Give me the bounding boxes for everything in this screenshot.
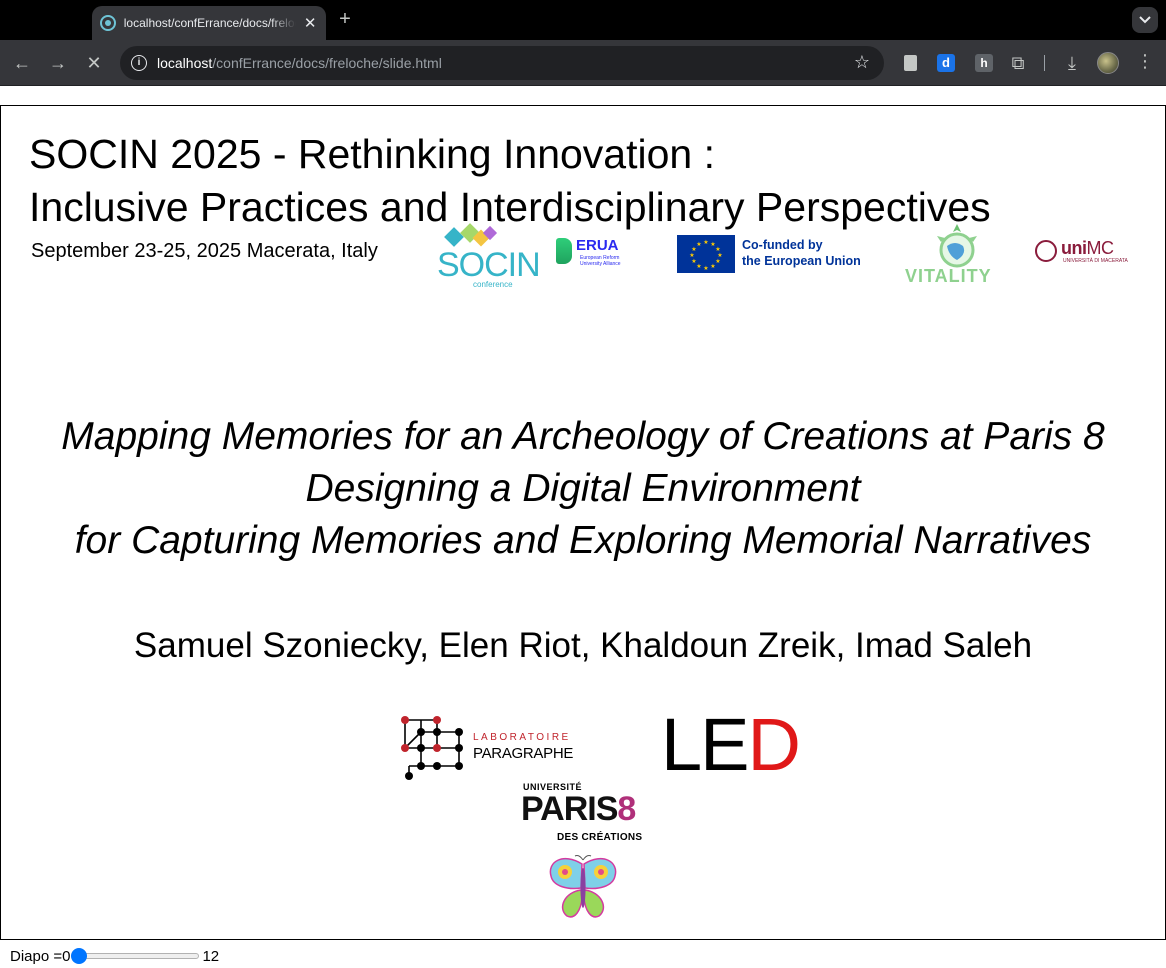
toolbar-divider (1044, 55, 1045, 71)
socin-logo: SOCIN conference (437, 222, 541, 289)
erua-subtitle: European Reform University Alliance (580, 255, 621, 267)
back-arrow-icon[interactable]: ← (10, 51, 34, 75)
unimc-wordmark: uniMC (1061, 238, 1114, 259)
erua-mark-icon (556, 238, 572, 264)
authors: Samuel Szoniecky, Elen Riot, Khaldoun Zr… (133, 626, 1033, 665)
new-tab-button[interactable]: + (334, 8, 356, 31)
conference-date: September 23-25, 2025 Macerata, Italy (31, 240, 378, 262)
talk-title-line3: for Capturing Memories and Exploring Mem… (74, 519, 1092, 562)
talk-title-line2: Designing a Digital Environment (305, 467, 861, 510)
paris8-logo: UNIVERSITÉ PARIS8 DES CRÉATIONS (519, 782, 649, 848)
svg-text:★: ★ (710, 263, 715, 270)
paris8-main: PARIS (521, 790, 618, 828)
slider-track[interactable] (71, 953, 200, 959)
slide: SOCIN 2025 - Rethinking Innovation : Inc… (0, 105, 1166, 940)
d-extension-icon[interactable]: d (936, 53, 956, 73)
erua-wordmark: ERUA (576, 237, 619, 254)
browser-tab[interactable]: localhost/confErrance/docs/freloche/slid… (92, 6, 326, 40)
site-info-icon[interactable]: i (131, 55, 147, 71)
unimc-rest: MC (1086, 238, 1115, 258)
profile-avatar[interactable] (1097, 52, 1119, 74)
butterfly-icon (545, 854, 621, 924)
download-icon[interactable]: ⤓ (1062, 53, 1082, 73)
talk-title-line1: Mapping Memories for an Archeology of Cr… (61, 415, 1105, 458)
svg-text:★: ★ (703, 265, 708, 272)
loading-favicon-icon (100, 15, 116, 31)
slide-max-value: 12 (202, 947, 220, 965)
vitality-globe-icon (937, 224, 977, 268)
led-logo: LED (661, 702, 801, 788)
paris8-eight: 8 (617, 790, 636, 828)
eu-line2: the European Union (742, 254, 861, 268)
stop-loading-icon[interactable]: ✕ (82, 51, 106, 75)
unimc-logo: uniMC UNIVERSITÀ DI MACERATA (1035, 238, 1135, 268)
slide-slider[interactable] (71, 946, 201, 966)
eu-flag-icon: ★ ★ ★ ★ ★ ★ ★ ★ ★ ★ ★ ★ (677, 235, 735, 273)
paragraphe-line1: LABORATOIRE (473, 732, 571, 743)
url-text[interactable]: localhost/confErrance/docs/freloche/slid… (157, 55, 442, 71)
url-path: /confErrance/docs/freloche/slide.html (212, 55, 442, 71)
paris8-wordmark: PARIS8 (521, 790, 636, 829)
slide-selector-label: Diapo = (10, 947, 63, 965)
unimc-bold: uni (1061, 238, 1087, 258)
paragraphe-line2: PARAGRAPHE (473, 745, 574, 762)
led-red-letter: D (747, 703, 801, 786)
led-black-letters: LE (661, 703, 750, 786)
slide-selector: Diapo = 0 12 (10, 946, 219, 966)
unimc-subtitle: UNIVERSITÀ DI MACERATA (1063, 258, 1128, 264)
svg-text:★: ★ (696, 241, 701, 248)
extensions-puzzle-icon[interactable]: ⧉ (1008, 53, 1028, 73)
conference-title: SOCIN 2025 - Rethinking Innovation : Inc… (29, 128, 991, 234)
paragraphe-logo: LABORATOIRE PARAGRAPHE (399, 714, 599, 782)
svg-text:★: ★ (689, 252, 694, 259)
browser-menu-icon[interactable]: ⋮ (1136, 51, 1154, 72)
svg-text:★: ★ (691, 258, 696, 265)
browser-toolbar: ← → ✕ i localhost/confErrance/docs/frelo… (0, 40, 1166, 86)
address-bar[interactable]: i localhost/confErrance/docs/freloche/sl… (120, 46, 884, 80)
slide-current-value: 0 (62, 947, 71, 965)
socin-subtitle: conference (473, 280, 513, 289)
vitality-logo: VITALITY (905, 222, 1005, 288)
bookmark-star-icon[interactable]: ☆ (854, 52, 870, 73)
svg-text:★: ★ (696, 263, 701, 270)
unimc-seal-icon (1035, 240, 1057, 262)
tab-title: localhost/confErrance/docs/freloche/slid… (123, 16, 297, 30)
h-extension-icon[interactable]: h (974, 53, 994, 73)
tab-strip: localhost/confErrance/docs/freloche/slid… (0, 0, 1166, 40)
tab-search-button[interactable] (1132, 7, 1158, 33)
svg-text:★: ★ (715, 258, 720, 265)
forward-arrow-icon[interactable]: → (46, 51, 70, 75)
slider-thumb[interactable] (71, 948, 88, 964)
conference-title-line1: SOCIN 2025 - Rethinking Innovation : (29, 131, 715, 177)
svg-text:★: ★ (703, 239, 708, 246)
vitality-wordmark: VITALITY (905, 266, 992, 286)
eu-cofunded-text: Co-funded by the European Union (742, 237, 861, 269)
paris8-subtitle: DES CRÉATIONS (557, 832, 643, 843)
chevron-down-icon (1139, 16, 1151, 24)
erua-logo: ERUA European Reform University Alliance (556, 236, 636, 270)
paragraphe-network-icon (401, 716, 463, 780)
close-tab-icon[interactable]: ✕ (302, 14, 318, 32)
eu-cofunded-logo: ★ ★ ★ ★ ★ ★ ★ ★ ★ ★ ★ ★ Co-funded by the Europea… (677, 235, 877, 275)
eu-line1: Co-funded by (742, 238, 823, 252)
url-host: localhost (157, 55, 213, 71)
document-extension-icon[interactable] (900, 53, 920, 73)
talk-title: Mapping Memories for an Archeology of Cr… (1, 411, 1165, 567)
